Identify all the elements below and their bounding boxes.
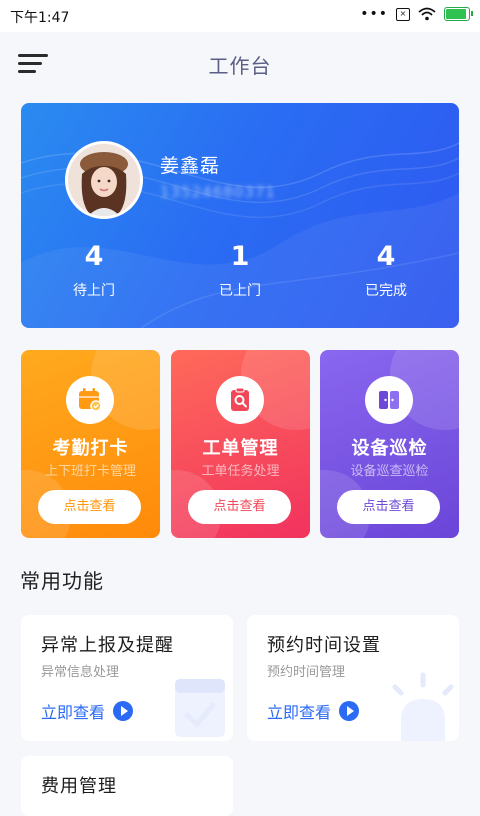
tile-title: 设备巡检: [351, 438, 428, 459]
stat-value: 4: [376, 241, 396, 272]
play-circle-icon: [113, 701, 134, 721]
tile-attendance[interactable]: 考勤打卡 上下班打卡管理 点击查看: [21, 350, 160, 538]
status-bar: 下午1:47 ••• ×: [0, 0, 480, 32]
stat-value: 4: [84, 241, 104, 272]
work-orders-view-button[interactable]: 点击查看: [188, 490, 291, 524]
tile-subtitle: 设备巡查巡检: [350, 464, 429, 479]
function-title: 预约时间设置: [267, 635, 381, 656]
stat-label: 待上门: [73, 283, 115, 299]
appointment-settings-view-link[interactable]: 立即查看: [267, 699, 360, 723]
tile-title: 工单管理: [202, 438, 279, 459]
play-circle-icon: [339, 701, 360, 721]
battery-icon: [444, 7, 473, 21]
status-time: 下午1:47: [10, 10, 70, 26]
user-name: 姜鑫磊: [160, 155, 221, 177]
function-link-label: 立即查看: [267, 703, 332, 722]
section-title-common-functions: 常用功能: [20, 569, 104, 593]
stat-label: 已完成: [365, 283, 407, 299]
more-dots-icon: •••: [360, 6, 388, 22]
calendar-icon: [66, 376, 114, 424]
status-icons: ••• ×: [360, 6, 473, 22]
no-sim-icon: ×: [396, 7, 410, 21]
stat-pending-visit[interactable]: 4 待上门: [34, 241, 154, 300]
app-header: 工作台: [0, 32, 480, 94]
tile-subtitle: 工单任务处理: [201, 464, 280, 479]
function-link-label: 立即查看: [41, 703, 106, 722]
tile-title: 考勤打卡: [52, 438, 129, 459]
device-inspection-view-button[interactable]: 点击查看: [337, 490, 440, 524]
function-card-fee-management[interactable]: 费用管理: [21, 756, 233, 816]
alarm-light-icon: [392, 672, 454, 741]
calendar-check-icon: [175, 679, 225, 737]
search-clipboard-icon: [216, 376, 264, 424]
tile-subtitle: 上下班打卡管理: [44, 464, 136, 479]
tile-device-inspection[interactable]: 设备巡检 设备巡查巡检 点击查看: [320, 350, 459, 538]
function-title: 费用管理: [41, 776, 117, 797]
page-title: 工作台: [208, 54, 272, 78]
stat-completed[interactable]: 4 已完成: [326, 241, 446, 300]
stat-label: 已上门: [219, 283, 261, 299]
function-title: 异常上报及提醒: [41, 635, 174, 656]
user-phone: 13524680371: [160, 183, 276, 201]
wifi-icon: [418, 7, 436, 21]
device-icon: [365, 376, 413, 424]
function-card-appointment-settings[interactable]: 预约时间设置 预约时间管理 立即查看: [247, 615, 459, 741]
avatar[interactable]: [65, 141, 143, 219]
exception-report-view-link[interactable]: 立即查看: [41, 699, 134, 723]
profile-card: 姜鑫磊 13524680371 4 待上门 1 已上门 4 已完成: [21, 103, 459, 328]
avatar-portrait: [68, 144, 140, 216]
function-card-exception-report[interactable]: 异常上报及提醒 异常信息处理 立即查看: [21, 615, 233, 741]
function-subtitle: 预约时间管理: [267, 665, 346, 680]
function-subtitle: 异常信息处理: [41, 665, 120, 680]
tile-work-orders[interactable]: 工单管理 工单任务处理 点击查看: [171, 350, 310, 538]
stat-visited[interactable]: 1 已上门: [180, 241, 300, 300]
attendance-view-button[interactable]: 点击查看: [38, 490, 141, 524]
stat-value: 1: [230, 241, 250, 272]
